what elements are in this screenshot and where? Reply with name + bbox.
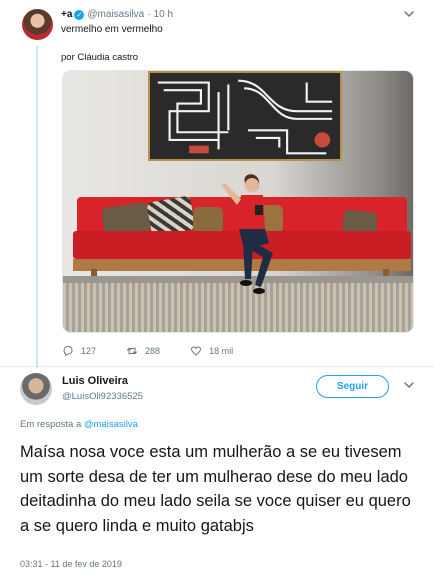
photo-painting (148, 71, 342, 161)
display-name[interactable]: +a (61, 9, 72, 20)
like-action[interactable]: 18 mil (190, 345, 233, 357)
avatar[interactable] (22, 9, 53, 40)
handle[interactable]: @maisasilva (87, 9, 144, 20)
timestamp[interactable]: 03:31 - 11 de fev de 2019 (20, 559, 122, 569)
photo-credit: por Cláudia castro (61, 52, 139, 63)
verified-badge-icon: ✓ (74, 9, 85, 20)
parent-tweet[interactable]: +a ✓ @maisasilva · 10 h vermelho em verm… (0, 0, 434, 368)
follow-button[interactable]: Seguir (316, 375, 389, 398)
tweet-photo[interactable] (62, 70, 414, 333)
reply-prefix: Em resposta a (20, 419, 82, 430)
retweet-count: 288 (145, 346, 161, 356)
reply-count: 127 (81, 346, 97, 356)
tweet-text: Maísa nosa voce esta um mulherão a se eu… (20, 443, 411, 535)
separator: · (147, 9, 151, 20)
handle[interactable]: @LuisOli92336525 (62, 391, 143, 402)
photo-person (221, 174, 273, 294)
timestamp[interactable]: 10 h (154, 9, 173, 20)
retweet-action[interactable]: 288 (126, 345, 160, 357)
display-name[interactable]: Luis Oliveira (62, 375, 128, 387)
retweet-icon (127, 347, 138, 355)
tweet-actions: 127 288 18 mil (62, 345, 263, 357)
chevron-down-icon[interactable] (402, 379, 416, 391)
like-count: 18 mil (209, 346, 234, 356)
like-icon (191, 346, 202, 356)
tweet-text: vermelho em vermelho (61, 24, 163, 35)
reply-action[interactable]: 127 (62, 345, 96, 357)
mention-link[interactable]: @maisasilva (84, 419, 138, 430)
chevron-down-icon[interactable] (402, 8, 416, 20)
avatar[interactable] (20, 373, 52, 405)
reply-context: Em resposta a @maisasilva (20, 419, 138, 430)
divider (0, 366, 434, 367)
reply-icon (63, 346, 73, 356)
thread-line (36, 46, 38, 368)
tweet-header: +a ✓ @maisasilva · 10 h (61, 9, 173, 20)
